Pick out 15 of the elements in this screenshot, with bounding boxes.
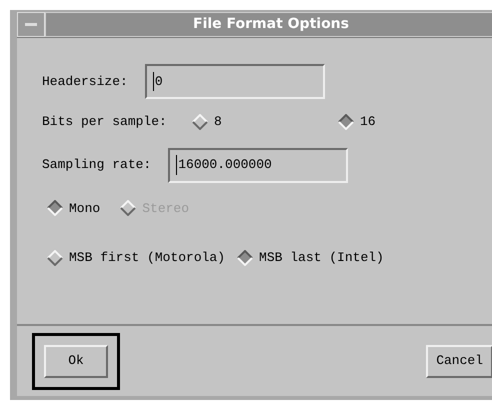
radio-option[interactable]: 16: [338, 112, 376, 132]
ok-button[interactable]: Ok: [44, 344, 108, 378]
window-title: File Format Options: [45, 12, 492, 37]
radio-option[interactable]: Mono: [47, 198, 100, 218]
radio-option[interactable]: 8: [192, 112, 338, 132]
field-label: Sampling rate:: [42, 156, 152, 174]
radio-option[interactable]: MSB last (Intel): [237, 248, 384, 268]
field-label: Bits per sample:: [42, 113, 168, 131]
text-field[interactable]: 16000.000000: [168, 148, 348, 182]
minus-icon: [25, 23, 37, 26]
cancel-button[interactable]: Cancel: [426, 344, 492, 378]
radio-option[interactable]: MSB first (Motorola): [47, 248, 226, 268]
field-label: Headersize:: [42, 72, 128, 91]
text-field[interactable]: 0: [144, 64, 325, 99]
window-menu-button[interactable]: [17, 12, 45, 37]
